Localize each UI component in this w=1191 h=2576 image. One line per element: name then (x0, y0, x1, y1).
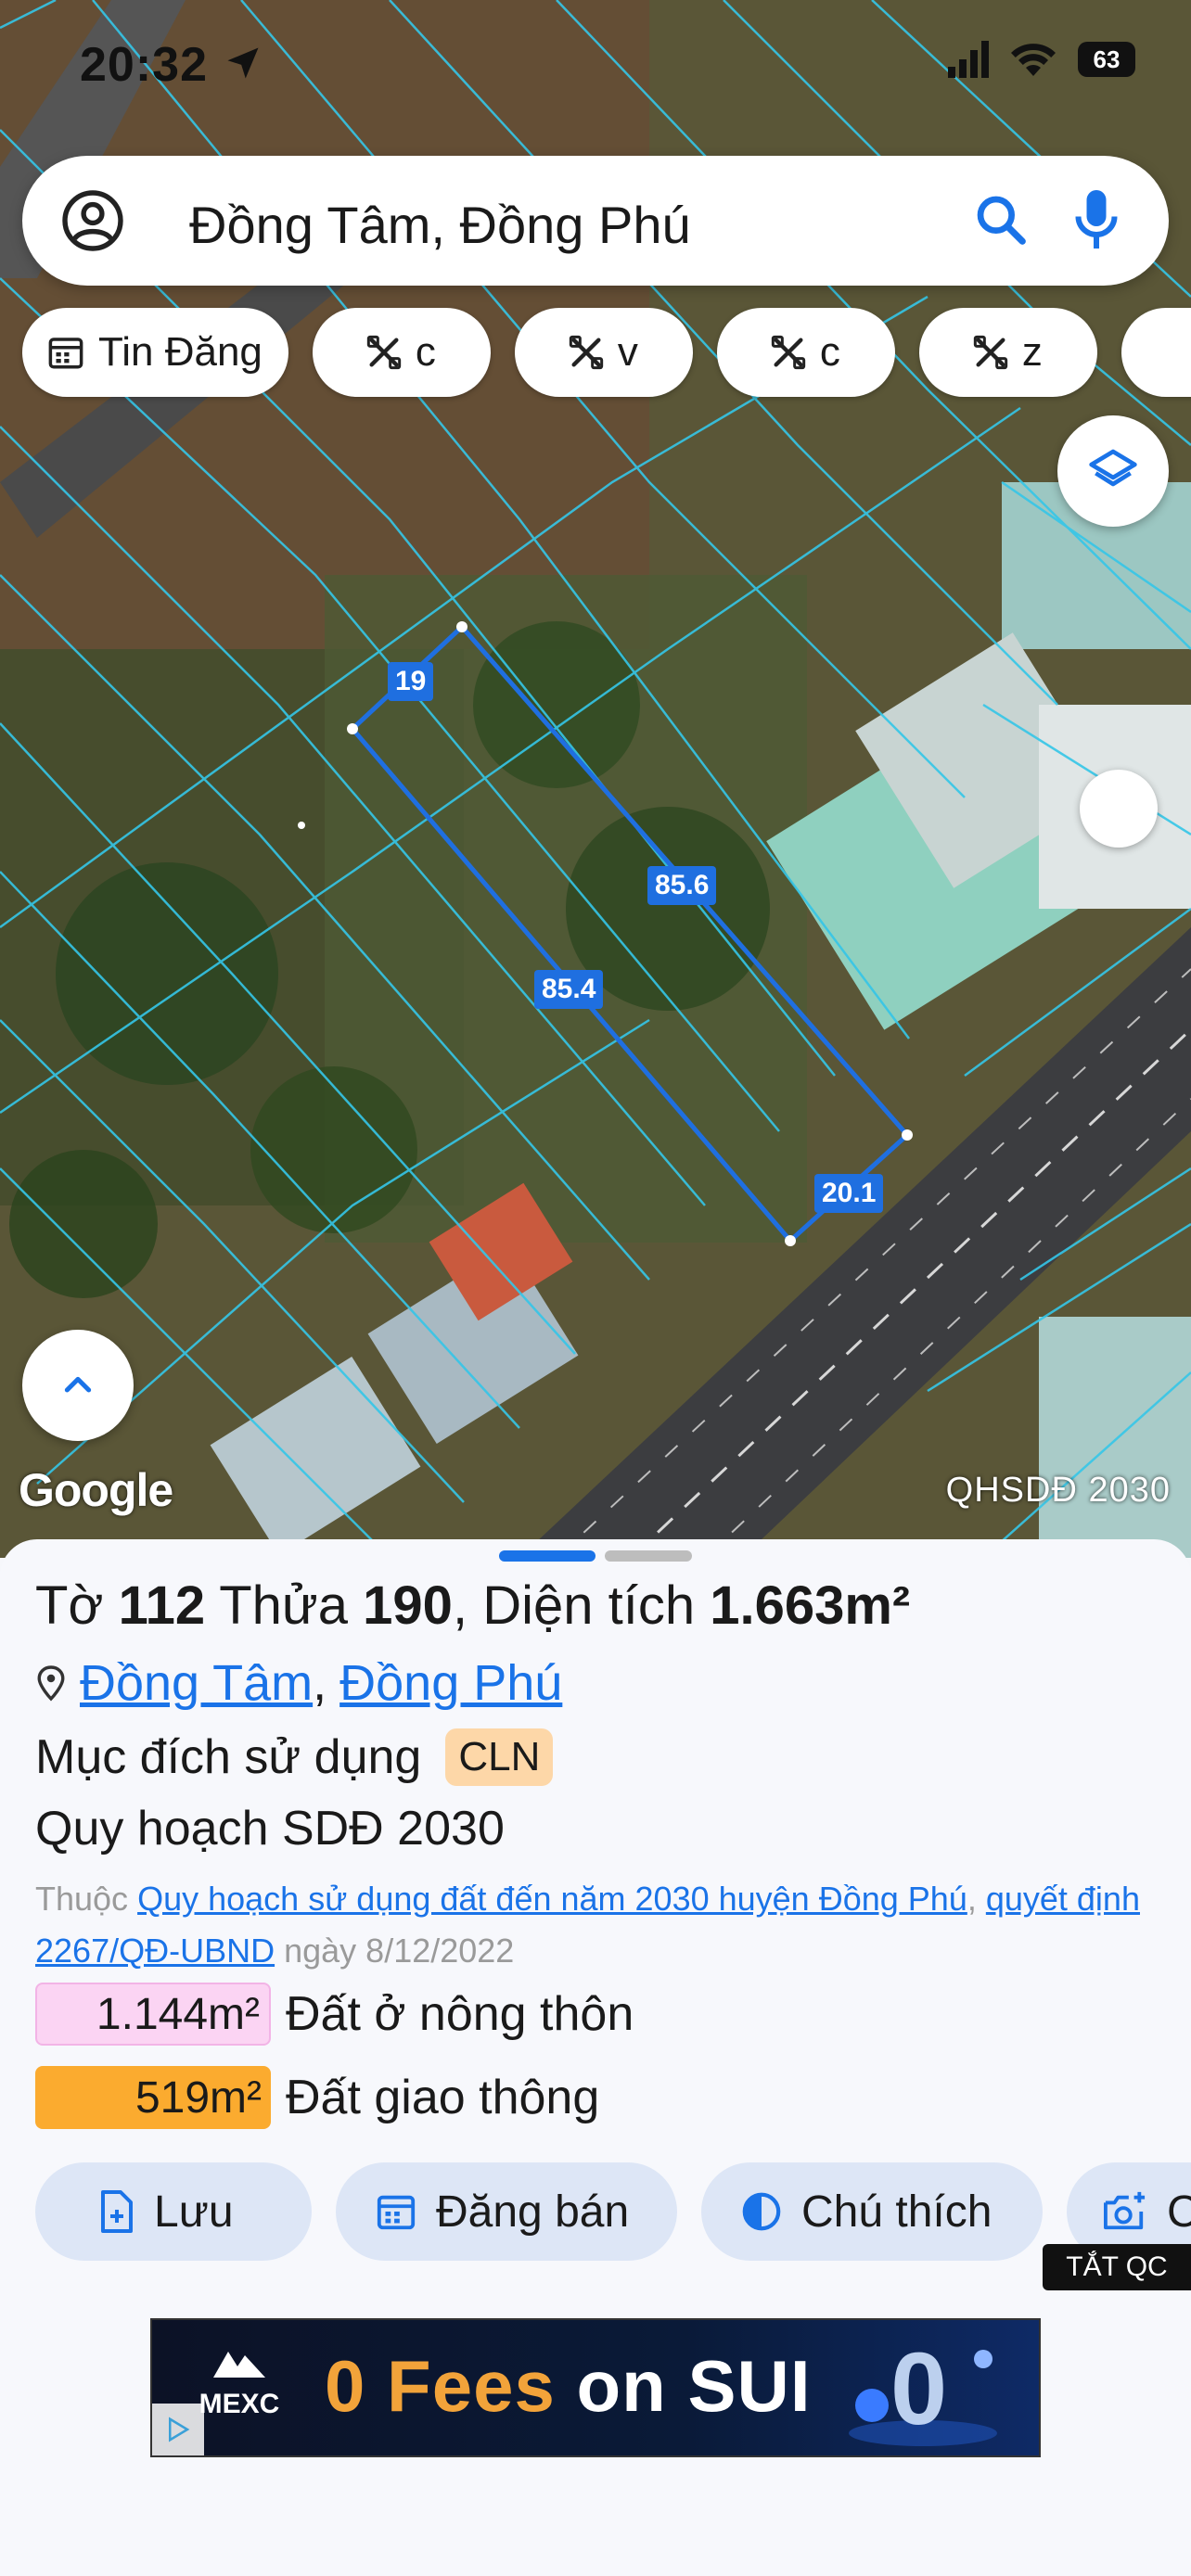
chip-label: v (617, 329, 638, 375)
close-ad-button[interactable]: TẮT QC (1043, 2244, 1191, 2290)
battery-level: 63 (1093, 45, 1121, 73)
action-buttons: Lưu Đăng bán Chú thích C (35, 2162, 1191, 2261)
dimension-label: 85.6 (647, 866, 717, 905)
plan-link[interactable]: Quy hoạch sử dụng đất đến năm 2030 huyện… (137, 1880, 967, 1918)
save-button[interactable]: Lưu (35, 2162, 312, 2261)
district-link[interactable]: Đồng Phú (339, 1654, 562, 1712)
chip-tool-v[interactable]: v (514, 308, 693, 397)
chip-label: z (1021, 329, 1043, 375)
ad-headline: 0 Fees on SUI (325, 2344, 812, 2429)
save-label: Lưu (154, 2187, 234, 2237)
parcel-sheet: Tờ 112 Thửa 190, Diện tích 1.663m² Đồng … (0, 1539, 1191, 2576)
contrast-icon (742, 2192, 781, 2231)
chip-tool-c[interactable]: c (312, 308, 491, 397)
signal-icon (948, 41, 989, 78)
usage-name: Đất giao thông (286, 2071, 600, 2124)
parcel-location: Đồng Tâm, Đồng Phú (35, 1654, 562, 1712)
to-label: Tờ (35, 1575, 104, 1636)
mic-icon[interactable] (1072, 187, 1121, 254)
area-value: 1.663m² (710, 1575, 911, 1636)
mexc-logo-icon (213, 2352, 265, 2378)
play-triangle-icon (169, 2417, 190, 2442)
search-bar[interactable]: Đồng Tâm, Đồng Phú (22, 156, 1169, 286)
calendar-icon (377, 2195, 416, 2230)
usage-row: 519m² Đất giao thông (35, 2066, 599, 2129)
expand-up-button[interactable] (22, 1330, 134, 1441)
ad-headline-accent: 0 Fees (325, 2345, 556, 2427)
ad-headline-rest: on SUI (576, 2345, 812, 2427)
sheet-handle[interactable] (605, 1550, 692, 1562)
tools-icon (973, 335, 1008, 370)
dimension-label: 20.1 (814, 1174, 884, 1213)
chip-more[interactable] (1121, 308, 1191, 397)
parcel-title: Tờ 112 Thửa 190, Diện tích 1.663m² (35, 1575, 911, 1636)
ad-graphic-icon: 0 (849, 2332, 997, 2446)
status-time: 20:32 (80, 38, 208, 92)
sheet-handle-active[interactable] (499, 1550, 596, 1562)
chip-tin-dang[interactable]: Tin Đăng (22, 308, 288, 397)
post-sale-label: Đăng bán (436, 2187, 630, 2237)
commune-link[interactable]: Đồng Tâm (80, 1654, 313, 1712)
chip-tool-z[interactable]: z (918, 308, 1097, 397)
chip-label: Tin Đăng (98, 329, 263, 375)
land-purpose: Mục đích sử dụng CLN (35, 1728, 554, 1786)
to-value: 112 (118, 1575, 206, 1636)
svg-text:0: 0 (890, 2332, 947, 2446)
dimension-label: 19 (388, 662, 434, 701)
app-root: 19 85.6 85.4 20.1 20:32 63 Đồng Tâm, Đồn… (0, 0, 1191, 2576)
map-layer-label: QHSDĐ 2030 (945, 1471, 1171, 1510)
plan-title: Quy hoạch SDĐ 2030 (35, 1802, 505, 1855)
layers-button[interactable] (1057, 415, 1169, 527)
post-sale-button[interactable]: Đăng bán (336, 2162, 677, 2261)
ad-banner[interactable]: MEXC 0 Fees on SUI 0 (150, 2318, 1041, 2457)
usage-area: 519m² (35, 2066, 271, 2129)
tools-icon (569, 335, 604, 370)
plan-source: Thuộc Quy hoạch sử dụng đất đến năm 2030… (35, 1880, 1140, 1970)
wifi-icon (1011, 44, 1056, 76)
purpose-label: Mục đích sử dụng (35, 1730, 422, 1784)
account-icon[interactable] (59, 187, 126, 254)
opacity-slider-handle[interactable] (1080, 770, 1158, 848)
search-icon[interactable] (972, 191, 1030, 249)
decision-date: ngày 8/12/2022 (284, 1932, 515, 1970)
tools-icon (771, 335, 806, 370)
map-view[interactable]: 19 85.6 85.4 20.1 20:32 63 Đồng Tâm, Đồn… (0, 0, 1191, 1558)
thua-value: 190 (363, 1575, 453, 1636)
purpose-badge: CLN (445, 1728, 554, 1786)
photo-label: C (1167, 2187, 1191, 2237)
layers-icon (1089, 449, 1137, 487)
chevron-up-icon (64, 1376, 92, 1393)
usage-area: 1.144m² (35, 1983, 271, 2046)
filter-chips: Tin Đăng c v c z (22, 308, 1191, 397)
legend-button[interactable]: Chú thích (701, 2162, 1043, 2261)
location-arrow-icon (227, 47, 259, 79)
ad-choices-icon[interactable] (152, 2404, 204, 2455)
google-logo: Google (19, 1464, 173, 1516)
status-icons: 63 (948, 41, 1135, 78)
area-label: Diện tích (482, 1575, 696, 1636)
source-prefix: Thuộc (35, 1880, 129, 1918)
usage-row: 1.144m² Đất ở nông thôn (35, 1983, 634, 2046)
legend-label: Chú thích (801, 2187, 992, 2237)
thua-label: Thửa (219, 1575, 349, 1636)
tools-icon (366, 335, 402, 370)
dimension-label: 85.4 (534, 970, 604, 1009)
status-bar: 20:32 63 (0, 0, 1191, 130)
location-pin-icon (37, 1665, 65, 1702)
search-input[interactable]: Đồng Tâm, Đồng Phú (189, 195, 691, 255)
save-file-icon (101, 2190, 133, 2233)
calendar-icon (48, 338, 83, 369)
battery-icon: 63 (1078, 42, 1135, 77)
chip-tool-c2[interactable]: c (716, 308, 895, 397)
chip-label: c (819, 329, 840, 375)
usage-name: Đất ở nông thôn (286, 1987, 634, 2041)
chip-label: c (415, 329, 436, 375)
add-photo-icon (1103, 2191, 1146, 2230)
